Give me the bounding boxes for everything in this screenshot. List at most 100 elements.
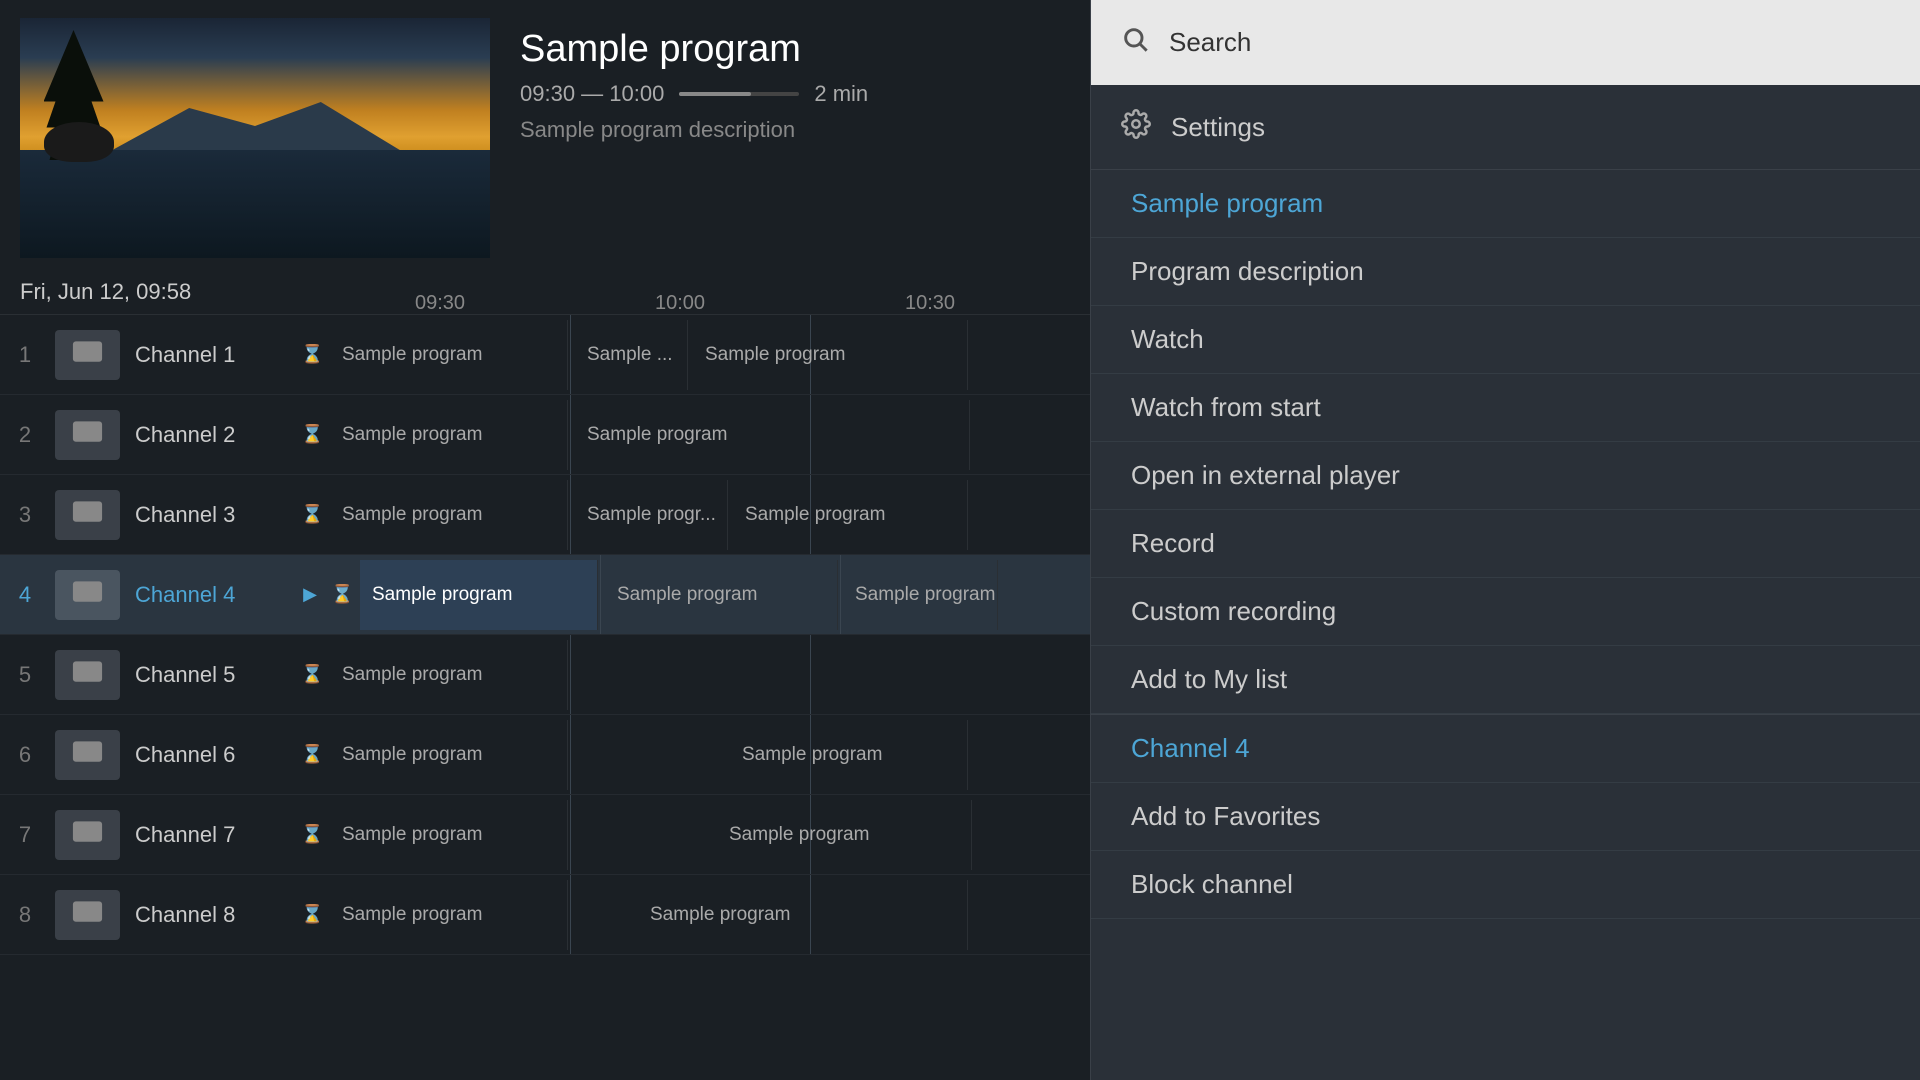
program-cell[interactable]: Sample program — [330, 800, 568, 870]
epg-row-4[interactable]: 4 Channel 4 ▶ ⌛ Sample program Sample pr… — [0, 555, 1090, 635]
channel-icon-5 — [55, 650, 120, 700]
sidebar-item-add-my-list[interactable]: Add to My list — [1091, 646, 1920, 714]
channel-num-5: 5 — [0, 662, 50, 688]
channel-icon-4 — [55, 570, 120, 620]
epg-grid: 1 Channel 1 ⌛ Sample program Sample ... … — [0, 315, 1090, 1080]
epg-row-2[interactable]: 2 Channel 2 ⌛ Sample program Sample prog… — [0, 395, 1090, 475]
time-mark-1000: 10:00 — [655, 292, 705, 315]
program-cell[interactable]: Sample program — [693, 320, 968, 390]
programs-8: Sample program Sample program — [330, 875, 1090, 954]
replay-icon-3: ⌛ — [295, 504, 330, 525]
current-time: Fri, Jun 12, 09:58 — [0, 279, 415, 305]
sidebar-item-record[interactable]: Record — [1091, 510, 1920, 578]
program-cell[interactable]: Sample program — [730, 720, 968, 790]
program-cell[interactable]: Sample program — [605, 560, 838, 630]
channel-num-1: 1 — [0, 342, 50, 368]
program-time: 09:30 — 10:00 2 min — [520, 81, 868, 107]
program-cell[interactable]: Sample program — [330, 720, 568, 790]
program-cell[interactable]: Sample ... — [575, 320, 688, 390]
replay-icon-4: ⌛ — [325, 584, 360, 605]
replay-icon-1: ⌛ — [295, 344, 330, 365]
sidebar-item-sample-program[interactable]: Sample program — [1091, 170, 1920, 238]
settings-icon — [1121, 109, 1151, 146]
progress-fill — [679, 92, 751, 96]
program-cell[interactable]: Sample program — [717, 800, 972, 870]
channel-num-3: 3 — [0, 502, 50, 528]
channel-icon-8 — [55, 890, 120, 940]
channel-name-2: Channel 2 — [125, 422, 295, 448]
channel-name-7: Channel 7 — [125, 822, 295, 848]
channel-name-1: Channel 1 — [125, 342, 295, 368]
channel-icon-6 — [55, 730, 120, 780]
channel-num-7: 7 — [0, 822, 50, 848]
channel-name-3: Channel 3 — [125, 502, 295, 528]
sidebar-item-watch[interactable]: Watch — [1091, 306, 1920, 374]
programs-7: Sample program Sample program — [330, 795, 1090, 874]
program-cell[interactable]: Sample program — [330, 400, 568, 470]
program-info: Sample program 09:30 — 10:00 2 min Sampl… — [490, 18, 898, 252]
programs-4: Sample program Sample program Sample pro… — [360, 555, 1090, 634]
duration: 2 min — [814, 81, 868, 107]
replay-icon-7: ⌛ — [295, 824, 330, 845]
epg-row-5[interactable]: 5 Channel 5 ⌛ Sample program — [0, 635, 1090, 715]
programs-1: Sample program Sample ... Sample program — [330, 315, 1090, 394]
programs-3: Sample program Sample progr... Sample pr… — [330, 475, 1090, 554]
program-cell[interactable]: Sample program — [843, 560, 998, 630]
epg-row-6[interactable]: 6 Channel 6 ⌛ Sample program Sample prog… — [0, 715, 1090, 795]
epg-row-7[interactable]: 7 Channel 7 ⌛ Sample program Sample prog… — [0, 795, 1090, 875]
channel-icon-2 — [55, 410, 120, 460]
program-description-text: Sample program description — [520, 117, 868, 143]
programs-5: Sample program — [330, 635, 1090, 714]
time-mark-930: 09:30 — [415, 292, 465, 315]
programs-2: Sample program Sample program — [330, 395, 1090, 474]
channel-name-6: Channel 6 — [125, 742, 295, 768]
search-icon — [1121, 25, 1149, 60]
program-header: Sample program 09:30 — 10:00 2 min Sampl… — [0, 0, 1090, 270]
epg-row-3[interactable]: 3 Channel 3 ⌛ Sample program Sample prog… — [0, 475, 1090, 555]
settings-label: Settings — [1171, 112, 1265, 143]
programs-6: Sample program Sample program — [330, 715, 1090, 794]
epg-row-8[interactable]: 8 Channel 8 ⌛ Sample program Sample prog… — [0, 875, 1090, 955]
sidebar-item-watch-from-start[interactable]: Watch from start — [1091, 374, 1920, 442]
program-cell[interactable]: Sample program — [330, 480, 568, 550]
channel-num-4: 4 — [0, 582, 50, 608]
sidebar-item-custom-recording[interactable]: Custom recording — [1091, 578, 1920, 646]
channel-num-6: 6 — [0, 742, 50, 768]
channel-num-2: 2 — [0, 422, 50, 448]
program-cell[interactable]: Sample program — [330, 640, 568, 710]
replay-icon-8: ⌛ — [295, 904, 330, 925]
program-cell-active[interactable]: Sample program — [360, 560, 598, 630]
program-cell[interactable]: Sample progr... — [575, 480, 728, 550]
program-title: Sample program — [520, 28, 868, 71]
search-label: Search — [1169, 27, 1251, 58]
sidebar: Search Settings Sample program Program d… — [1090, 0, 1920, 1080]
program-cell[interactable]: Sample program — [575, 400, 970, 470]
channel-icon-7 — [55, 810, 120, 860]
program-cell[interactable]: Sample program — [733, 480, 968, 550]
sidebar-menu: Sample program Program description Watch… — [1091, 170, 1920, 1080]
time-mark-1030: 10:30 — [905, 292, 955, 315]
sidebar-item-channel-4[interactable]: Channel 4 — [1091, 715, 1920, 783]
sidebar-item-add-favorites[interactable]: Add to Favorites — [1091, 783, 1920, 851]
sidebar-item-program-description[interactable]: Program description — [1091, 238, 1920, 306]
channel-name-8: Channel 8 — [125, 902, 295, 928]
epg-section: Fri, Jun 12, 09:58 09:30 10:00 10:30 1 C… — [0, 270, 1090, 1080]
replay-icon-5: ⌛ — [295, 664, 330, 685]
sidebar-item-block-channel[interactable]: Block channel — [1091, 851, 1920, 919]
replay-icon-2: ⌛ — [295, 424, 330, 445]
time-range: 09:30 — 10:00 — [520, 81, 664, 107]
channel-icon-3 — [55, 490, 120, 540]
epg-row-1[interactable]: 1 Channel 1 ⌛ Sample program Sample ... … — [0, 315, 1090, 395]
program-cell[interactable]: Sample program — [638, 880, 968, 950]
program-cell[interactable]: Sample program — [330, 320, 568, 390]
channel-name-5: Channel 5 — [125, 662, 295, 688]
program-cell[interactable]: Sample program — [330, 880, 568, 950]
sidebar-settings[interactable]: Settings — [1091, 85, 1920, 170]
sidebar-search[interactable]: Search — [1091, 0, 1920, 85]
progress-bar — [679, 92, 799, 96]
sidebar-item-open-external[interactable]: Open in external player — [1091, 442, 1920, 510]
channel-num-8: 8 — [0, 902, 50, 928]
replay-icon-6: ⌛ — [295, 744, 330, 765]
play-icon-4: ▶ — [295, 584, 325, 605]
channel-icon-1 — [55, 330, 120, 380]
